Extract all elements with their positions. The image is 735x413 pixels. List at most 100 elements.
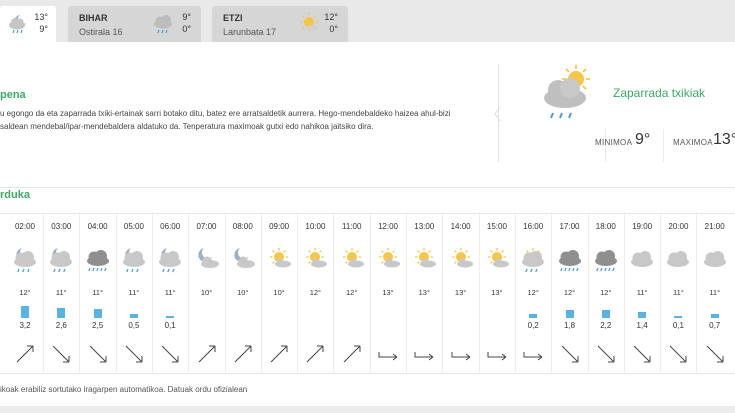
hour-temperature: 12°: [563, 288, 576, 297]
tab-bihar[interactable]: BIHAR Ostirala 16 9° 0°: [68, 6, 201, 42]
hour-column: 05:00 11° 0,5: [116, 212, 153, 372]
precipitation-bar: [166, 316, 175, 318]
hour-precipitation: 0,1: [164, 321, 176, 330]
moon-cloud-rain-icon: [155, 245, 185, 275]
hour-temperature: 11°: [672, 288, 684, 297]
hour-column: 07:00 10°: [189, 212, 226, 372]
footer-note: ikoak erabiliz sortutako iragarpen autom…: [0, 385, 248, 394]
hour-precipitation: 3,2: [19, 321, 31, 330]
hour-temperature: 13°: [418, 288, 430, 297]
tab-max-temp: 9°: [182, 12, 191, 22]
sun-cloud-icon: [482, 245, 512, 275]
cloud-icon: [700, 245, 730, 275]
hour-temperature: 12°: [346, 288, 358, 297]
hour-precipitation: 2,5: [92, 321, 104, 330]
sun-cloud-rain-icon: [536, 62, 598, 129]
sun-cloud-icon: [264, 245, 294, 275]
hour-temperature: 12°: [527, 288, 539, 297]
wind-direction-arrow-icon: [303, 342, 327, 366]
wind-direction-arrow-icon: [666, 342, 690, 366]
max-label: MAXIMOA: [673, 138, 713, 147]
wind-direction-arrow-icon: [449, 342, 473, 366]
sun-cloud-icon: [373, 245, 403, 275]
tab-min-temp: 0°: [329, 24, 338, 34]
hour-column: 15:00 13°: [479, 212, 516, 372]
hour-time: 18:00: [595, 222, 616, 231]
hour-time: 15:00: [486, 222, 507, 231]
wind-direction-arrow-icon: [267, 342, 291, 366]
hour-time: 21:00: [704, 222, 725, 231]
cloud-icon: [627, 245, 657, 275]
sun-cloud-icon: [409, 245, 439, 275]
forecast-text-line: saldean mendebal/ipar-mendebaldera aldat…: [0, 122, 374, 131]
summary-box: [494, 64, 735, 162]
wind-direction-arrow-icon: [412, 342, 436, 366]
hour-time: 04:00: [87, 222, 108, 231]
hour-column: 08:00 10°: [225, 212, 262, 372]
wind-direction-arrow-icon: [521, 342, 545, 366]
hour-column: 19:00 11° 1,4: [624, 212, 662, 372]
hour-column: 10:00 12°: [297, 212, 335, 372]
hour-time: 17:00: [559, 222, 580, 231]
wind-direction-arrow-icon: [376, 342, 400, 366]
hour-precipitation: 0,5: [128, 321, 140, 330]
hour-precipitation: 2,6: [55, 321, 67, 330]
precipitation-bar: [21, 306, 29, 318]
hour-column: 14:00 13°: [443, 212, 480, 372]
precipitation-bar: [93, 309, 102, 318]
hour-column: 20:00 11° 0,1: [660, 212, 698, 372]
hour-time: 12:00: [377, 222, 399, 231]
hour-column: 12:00 13°: [370, 212, 407, 372]
forecast-description: u egongo da eta zaparrada txiki-ertainak…: [0, 107, 470, 133]
hour-time: 20:00: [668, 222, 689, 231]
day-tabs-bar: 13° 9° BIHAR Ostirala 16 9° 0° ETZI Laru…: [0, 0, 735, 42]
hour-precipitation: 1,4: [636, 321, 648, 330]
min-label: MINIMOA: [595, 138, 633, 147]
tab-today[interactable]: 13° 9°: [0, 6, 56, 42]
hour-column: 04:00 11° 2,5: [80, 212, 117, 372]
wind-direction-arrow-icon: [340, 342, 364, 366]
hour-temperature: 11°: [55, 288, 67, 297]
tab-etzi[interactable]: ETZI Larunbata 17 12° 0°: [212, 6, 348, 42]
hour-column: 16:00 12° 0,2: [515, 212, 553, 372]
hour-time: 10:00: [305, 222, 326, 231]
wind-direction-arrow-icon: [49, 342, 73, 366]
min-value: 9°: [635, 131, 651, 148]
wind-direction-arrow-icon: [195, 342, 219, 366]
hour-time: 06:00: [160, 222, 181, 231]
hour-column: 13:00 13°: [406, 212, 444, 372]
hour-column: 18:00 12° 2,2: [588, 212, 625, 372]
hour-time: 02:00: [14, 222, 36, 231]
hour-column: 09:00 10°: [261, 212, 299, 372]
wind-direction-arrow-icon: [594, 342, 618, 366]
moon-cloud-icon: [192, 245, 222, 275]
precipitation-bar: [638, 312, 647, 318]
wind-direction-arrow-icon: [485, 342, 509, 366]
forecast-text-line: u egongo da eta zaparrada txiki-ertainak…: [0, 109, 451, 118]
hour-time: 03:00: [51, 222, 72, 231]
hour-time: 14:00: [450, 222, 471, 231]
hour-time: 09:00: [269, 222, 290, 231]
moon-cloud-rain-icon: [10, 245, 40, 275]
hour-precipitation: 0,7: [709, 321, 721, 330]
hour-temperature: 10°: [200, 288, 213, 297]
hour-precipitation: 2,2: [600, 321, 612, 330]
tab-day-name: ETZI: [223, 13, 243, 23]
hour-time: 13:00: [414, 222, 435, 231]
hour-temperature: 11°: [128, 288, 140, 297]
tab-min-temp: 9°: [39, 24, 48, 34]
moon-cloud-rain-icon: [46, 245, 76, 275]
moon-cloud-icon: [228, 245, 258, 275]
hour-column: 17:00 12° 1,8: [552, 212, 589, 372]
wind-direction-arrow-icon: [122, 342, 146, 366]
hour-temperature: 13°: [382, 288, 394, 297]
wind-direction-arrow-icon: [703, 342, 727, 366]
hour-temperature: 11°: [709, 288, 721, 297]
hour-column: 21:00 11° 0,7: [697, 212, 733, 372]
hour-temperature: 11°: [636, 288, 648, 297]
hour-temperature: 13°: [454, 288, 467, 297]
hour-column: 02:00 12° 3,2: [7, 212, 44, 372]
tab-max-temp: 12°: [324, 12, 338, 22]
precipitation-bar: [674, 316, 683, 318]
tab-date: Larunbata 17: [223, 27, 277, 37]
